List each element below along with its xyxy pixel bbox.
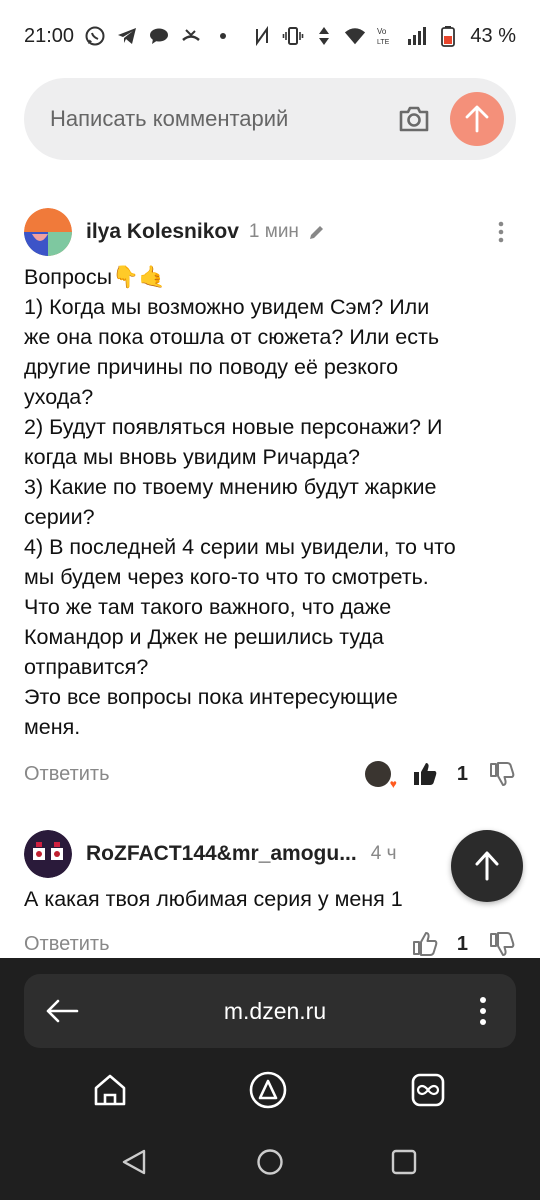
data-arrows-icon [313, 25, 335, 47]
thumbs-down-icon[interactable] [488, 760, 516, 788]
comment-line: Вопросы👇🤙 [24, 265, 166, 289]
url-text[interactable]: m.dzen.ru [82, 998, 468, 1025]
svg-text:LTE: LTE [377, 39, 390, 46]
camera-icon[interactable] [396, 101, 432, 137]
comment-actions: Ответить ♥ 1 [24, 754, 516, 794]
comment-line: Командор и Джек не решились туда [24, 625, 384, 649]
comment-item: ilya Kolesnikov 1 мин Вопросы👇🤙 1) Когда… [24, 208, 516, 794]
wifi-icon [344, 25, 366, 47]
nfc-icon [251, 25, 273, 47]
comment-line: ухода? [24, 385, 94, 409]
thumbs-up-icon[interactable] [411, 930, 439, 958]
comment-line: 2) Будут появляться новые персонажи? И [24, 415, 443, 439]
avatar[interactable] [24, 208, 72, 256]
comment-author[interactable]: ilya Kolesnikov [86, 220, 239, 244]
svg-text:Vo: Vo [377, 27, 387, 36]
comment-text: Вопросы👇🤙 1) Когда мы возможно увидем Сэ… [24, 262, 516, 742]
home-icon[interactable] [88, 1068, 132, 1112]
comment-line: Это все вопросы пока интересующие [24, 685, 398, 709]
comment-item: RoZFACT144&mr_amogu... 4 ч А какая твоя … [24, 830, 516, 964]
thumbs-up-filled-icon[interactable] [411, 760, 439, 788]
thumbs-down-icon[interactable] [488, 930, 516, 958]
comment-reactions: 1 [411, 930, 516, 958]
comment-line: отправится? [24, 655, 149, 679]
comment-line: мы будем через кого-то что то смотреть. [24, 565, 429, 589]
comment-time: 1 мин [248, 221, 299, 242]
nav-recents-icon[interactable] [386, 1144, 422, 1180]
comment-line: когда мы вновь увидим Ричарда? [24, 445, 360, 469]
comment-author[interactable]: RoZFACT144&mr_amogu... [86, 842, 357, 866]
comment-line: же она пока отошла от сюжета? Или есть [24, 325, 440, 349]
comment-input-bar[interactable]: Написать комментарий [24, 78, 516, 160]
whatsapp-icon [84, 25, 106, 47]
comment-line: меня. [24, 715, 81, 739]
telegram-icon [116, 25, 138, 47]
chat-icon [148, 25, 170, 47]
comment-header: ilya Kolesnikov 1 мин [24, 208, 516, 256]
dot-icon [212, 25, 234, 47]
scroll-to-top-button[interactable] [451, 830, 523, 902]
liker-avatar[interactable]: ♥ [364, 761, 397, 791]
battery-percent: 43 % [470, 24, 516, 47]
comment-line: 3) Какие по твоему мнению будут жаркие [24, 475, 437, 499]
arrow-up-icon [475, 851, 499, 881]
back-arrow-icon[interactable] [42, 991, 82, 1031]
alice-icon[interactable] [246, 1068, 290, 1112]
comment-header: RoZFACT144&mr_amogu... 4 ч [24, 830, 516, 878]
tabs-icon[interactable] [406, 1068, 450, 1112]
nav-back-icon[interactable] [116, 1144, 152, 1180]
status-right: Vo LTE 43 % [251, 25, 516, 48]
comment-time: 4 ч [370, 843, 397, 864]
volte-icon: Vo LTE [375, 25, 397, 47]
url-bar[interactable]: m.dzen.ru [24, 974, 516, 1048]
arrow-up-icon [465, 105, 489, 133]
comment-input[interactable]: Написать комментарий [50, 106, 396, 132]
browser-nav [0, 1068, 540, 1138]
comment-line: 4) В последней 4 серии мы увидели, то чт… [24, 535, 456, 559]
vibrate-icon [282, 25, 304, 47]
signal-icon [406, 25, 428, 47]
comment-text: А какая твоя любимая серия у меня 1 [24, 884, 516, 914]
status-left: 21:00 [24, 25, 234, 48]
nav-home-icon[interactable] [252, 1144, 288, 1180]
avatar[interactable] [24, 830, 72, 878]
comment-line: Что же там такого важного, что даже [24, 595, 392, 619]
comment-line: 1) Когда мы возможно увидем Сэм? Или [24, 295, 430, 319]
comment-line: А какая твоя любимая серия у меня 1 [24, 887, 403, 911]
status-bar: 21:00 Vo LTE 43 % [0, 0, 540, 72]
battery-icon [437, 25, 459, 47]
pencil-icon[interactable] [307, 222, 327, 242]
send-button[interactable] [450, 92, 504, 146]
heart-icon: ♥ [389, 777, 397, 791]
like-count: 1 [456, 762, 468, 785]
reply-button[interactable]: Ответить [24, 933, 110, 956]
system-navigation [0, 1144, 540, 1200]
reply-button[interactable]: Ответить [24, 763, 110, 786]
status-time: 21:00 [24, 24, 75, 47]
more-vertical-icon[interactable] [486, 217, 516, 247]
missed-call-icon [180, 25, 202, 47]
like-count: 1 [456, 932, 468, 955]
more-vertical-icon[interactable] [468, 991, 498, 1031]
comment-line: серии? [24, 505, 95, 529]
comment-reactions: ♥ 1 [364, 760, 516, 791]
comment-line: другие причины по поводу её резкого [24, 355, 399, 379]
